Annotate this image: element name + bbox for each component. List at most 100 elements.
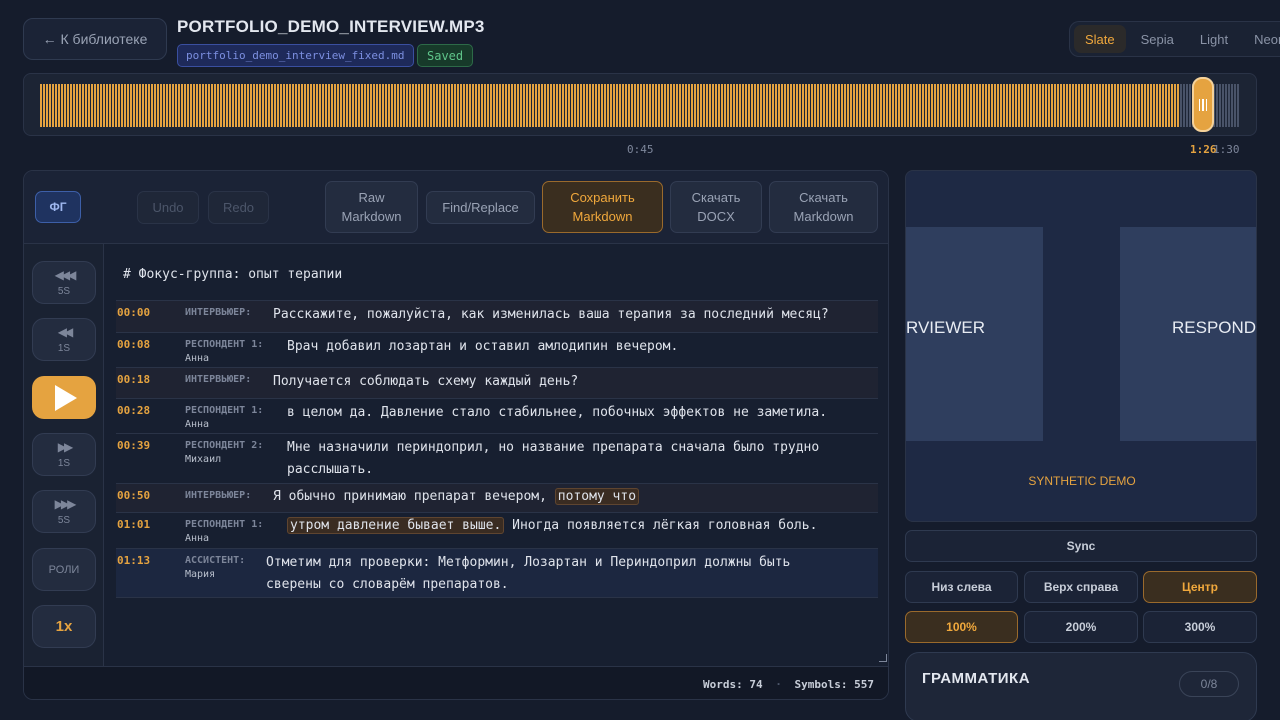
save-markdown-button[interactable]: Сохранить Markdown bbox=[542, 181, 663, 233]
transcript-editor: ФГ Undo Redo Raw Markdown Find/Replace С… bbox=[23, 170, 889, 700]
playhead-handle[interactable] bbox=[1192, 77, 1214, 132]
waveform-bar bbox=[571, 84, 573, 127]
segment-text: Мне назначили периндоприл, но название п… bbox=[287, 440, 820, 455]
rewind-5s-button[interactable]: ◀◀◀ 5S bbox=[32, 261, 96, 304]
grammar-title: ГРАММАТИКА bbox=[922, 670, 1031, 687]
waveform-bar bbox=[1057, 84, 1059, 127]
theme-tab-slate[interactable]: Slate bbox=[1074, 25, 1126, 53]
segment-row[interactable]: 00:39 РЕСПОНДЕНТ 2: Михаил Мне назначили… bbox=[116, 433, 878, 483]
position-bottom-left-button[interactable]: Низ слева bbox=[905, 571, 1018, 603]
video-preview: RVIEWER RESPOND SYNTHETIC DEMO bbox=[905, 170, 1257, 522]
waveform-bar bbox=[1114, 84, 1116, 127]
symbols-label: Symbols: bbox=[794, 678, 848, 691]
waveform-bar bbox=[139, 84, 141, 127]
segment-time[interactable]: 00:39 bbox=[117, 439, 150, 452]
waveform-bar bbox=[100, 84, 102, 127]
waveform-bar bbox=[556, 84, 558, 127]
waveform-bar bbox=[1111, 84, 1113, 127]
waveform-bar bbox=[742, 84, 744, 127]
waveform-bar bbox=[91, 84, 93, 127]
forward-1s-button[interactable]: ▶▶ 1S bbox=[32, 433, 96, 476]
waveform-bar bbox=[106, 84, 108, 127]
back-to-library-button[interactable]: ← К библиотеке bbox=[23, 18, 167, 60]
segment-time[interactable]: 00:00 bbox=[117, 306, 150, 319]
download-markdown-button[interactable]: Скачать Markdown bbox=[769, 181, 878, 233]
waveform-bar bbox=[142, 84, 144, 127]
sync-button[interactable]: Sync bbox=[905, 530, 1257, 562]
segment-time[interactable]: 00:28 bbox=[117, 404, 150, 417]
focus-group-button[interactable]: ФГ bbox=[35, 191, 81, 223]
uncertain-text-highlight[interactable]: потому что bbox=[554, 488, 640, 505]
download-docx-button[interactable]: Скачать DOCX bbox=[670, 181, 762, 233]
play-button[interactable] bbox=[32, 376, 96, 419]
waveform-bar bbox=[367, 84, 369, 127]
playback-speed-button[interactable]: 1x bbox=[32, 605, 96, 648]
segment-time[interactable]: 00:08 bbox=[117, 338, 150, 351]
waveform-bar bbox=[670, 84, 672, 127]
waveform-bar bbox=[1036, 84, 1038, 127]
theme-tab-light[interactable]: Light bbox=[1189, 25, 1239, 53]
waveform-bar bbox=[1075, 84, 1077, 127]
zoom-300-button[interactable]: 300% bbox=[1143, 611, 1257, 643]
segment-row[interactable]: 01:13 АССИСТЕНТ: Мария Отметим для прове… bbox=[116, 548, 878, 598]
waveform-bar bbox=[1102, 84, 1104, 127]
find-replace-button[interactable]: Find/Replace bbox=[426, 191, 535, 224]
segment-time[interactable]: 00:50 bbox=[117, 489, 150, 502]
waveform-bar bbox=[457, 84, 459, 127]
position-center-button[interactable]: Центр bbox=[1143, 571, 1257, 603]
waveform-bar bbox=[559, 84, 561, 127]
forward-5s-button[interactable]: ▶▶▶ 5S bbox=[32, 490, 96, 533]
waveform-bar bbox=[1030, 84, 1032, 127]
segment-text: утром давление бывает выше. Иногда появл… bbox=[287, 515, 817, 537]
waveform-bar bbox=[901, 84, 903, 127]
waveform-bar bbox=[1183, 84, 1185, 127]
zoom-200-button[interactable]: 200% bbox=[1024, 611, 1138, 643]
theme-tab-sepia[interactable]: Sepia bbox=[1130, 25, 1185, 53]
waveform-bar bbox=[433, 84, 435, 127]
waveform-bar bbox=[679, 84, 681, 127]
undo-button[interactable]: Undo bbox=[137, 191, 199, 224]
redo-button[interactable]: Redo bbox=[208, 191, 269, 224]
waveform-bar bbox=[826, 84, 828, 127]
segment-row[interactable]: 01:01 РЕСПОНДЕНТ 1: Анна утром давление … bbox=[116, 512, 878, 548]
theme-tab-neon[interactable]: Neon bbox=[1243, 25, 1280, 53]
segment-time[interactable]: 00:18 bbox=[117, 373, 150, 386]
segment-row[interactable]: 00:50 ИНТЕРВЬЮЕР: Я обычно принимаю преп… bbox=[116, 483, 878, 512]
waveform-bar bbox=[40, 84, 42, 127]
waveform-bar bbox=[223, 84, 225, 127]
rewind-1s-button[interactable]: ◀◀ 1S bbox=[32, 318, 96, 361]
transcript-document[interactable]: # Фокус-группа: опыт терапии 00:00 ИНТЕР… bbox=[116, 261, 878, 661]
roles-button[interactable]: РОЛИ bbox=[32, 548, 96, 591]
waveform-bar bbox=[910, 84, 912, 127]
grammar-issue-count[interactable]: 0/8 bbox=[1179, 671, 1239, 697]
raw-markdown-button[interactable]: Raw Markdown bbox=[325, 181, 418, 233]
waveform-bar bbox=[505, 84, 507, 127]
waveform-bar bbox=[943, 84, 945, 127]
segment-row[interactable]: 00:08 РЕСПОНДЕНТ 1: Анна Врач добавил ло… bbox=[116, 332, 878, 367]
segment-time[interactable]: 01:01 bbox=[117, 518, 150, 531]
waveform-bar bbox=[730, 84, 732, 127]
document-heading: # Фокус-группа: опыт терапии bbox=[123, 267, 343, 282]
resize-handle[interactable] bbox=[879, 654, 887, 662]
uncertain-text-highlight[interactable]: утром давление бывает выше. bbox=[287, 517, 505, 534]
waveform-bar bbox=[1180, 84, 1182, 127]
waveform-bar bbox=[838, 84, 840, 127]
segment-row[interactable]: 00:18 ИНТЕРВЬЮЕР: Получается соблюдать с… bbox=[116, 367, 878, 398]
waveform-bar bbox=[1048, 84, 1050, 127]
waveform-bar bbox=[754, 84, 756, 127]
segment-row[interactable]: 00:00 ИНТЕРВЬЮЕР: Расскажите, пожалуйста… bbox=[116, 300, 878, 332]
segment-time[interactable]: 01:13 bbox=[117, 554, 150, 567]
waveform-bar bbox=[1129, 84, 1131, 127]
waveform[interactable] bbox=[23, 73, 1257, 136]
waveform-bar bbox=[496, 84, 498, 127]
waveform-bar bbox=[1000, 84, 1002, 127]
waveform-bar bbox=[562, 84, 564, 127]
segment-row[interactable]: 00:28 РЕСПОНДЕНТ 1: Анна в целом да. Дав… bbox=[116, 398, 878, 433]
waveform-bar bbox=[847, 84, 849, 127]
position-top-right-button[interactable]: Верх справа bbox=[1024, 571, 1138, 603]
segment-text: Врач добавил лозартан и оставил амлодипи… bbox=[287, 339, 679, 354]
zoom-100-button[interactable]: 100% bbox=[905, 611, 1018, 643]
waveform-bar bbox=[1063, 84, 1065, 127]
waveform-bar bbox=[286, 84, 288, 127]
waveform-bar bbox=[1150, 84, 1152, 127]
